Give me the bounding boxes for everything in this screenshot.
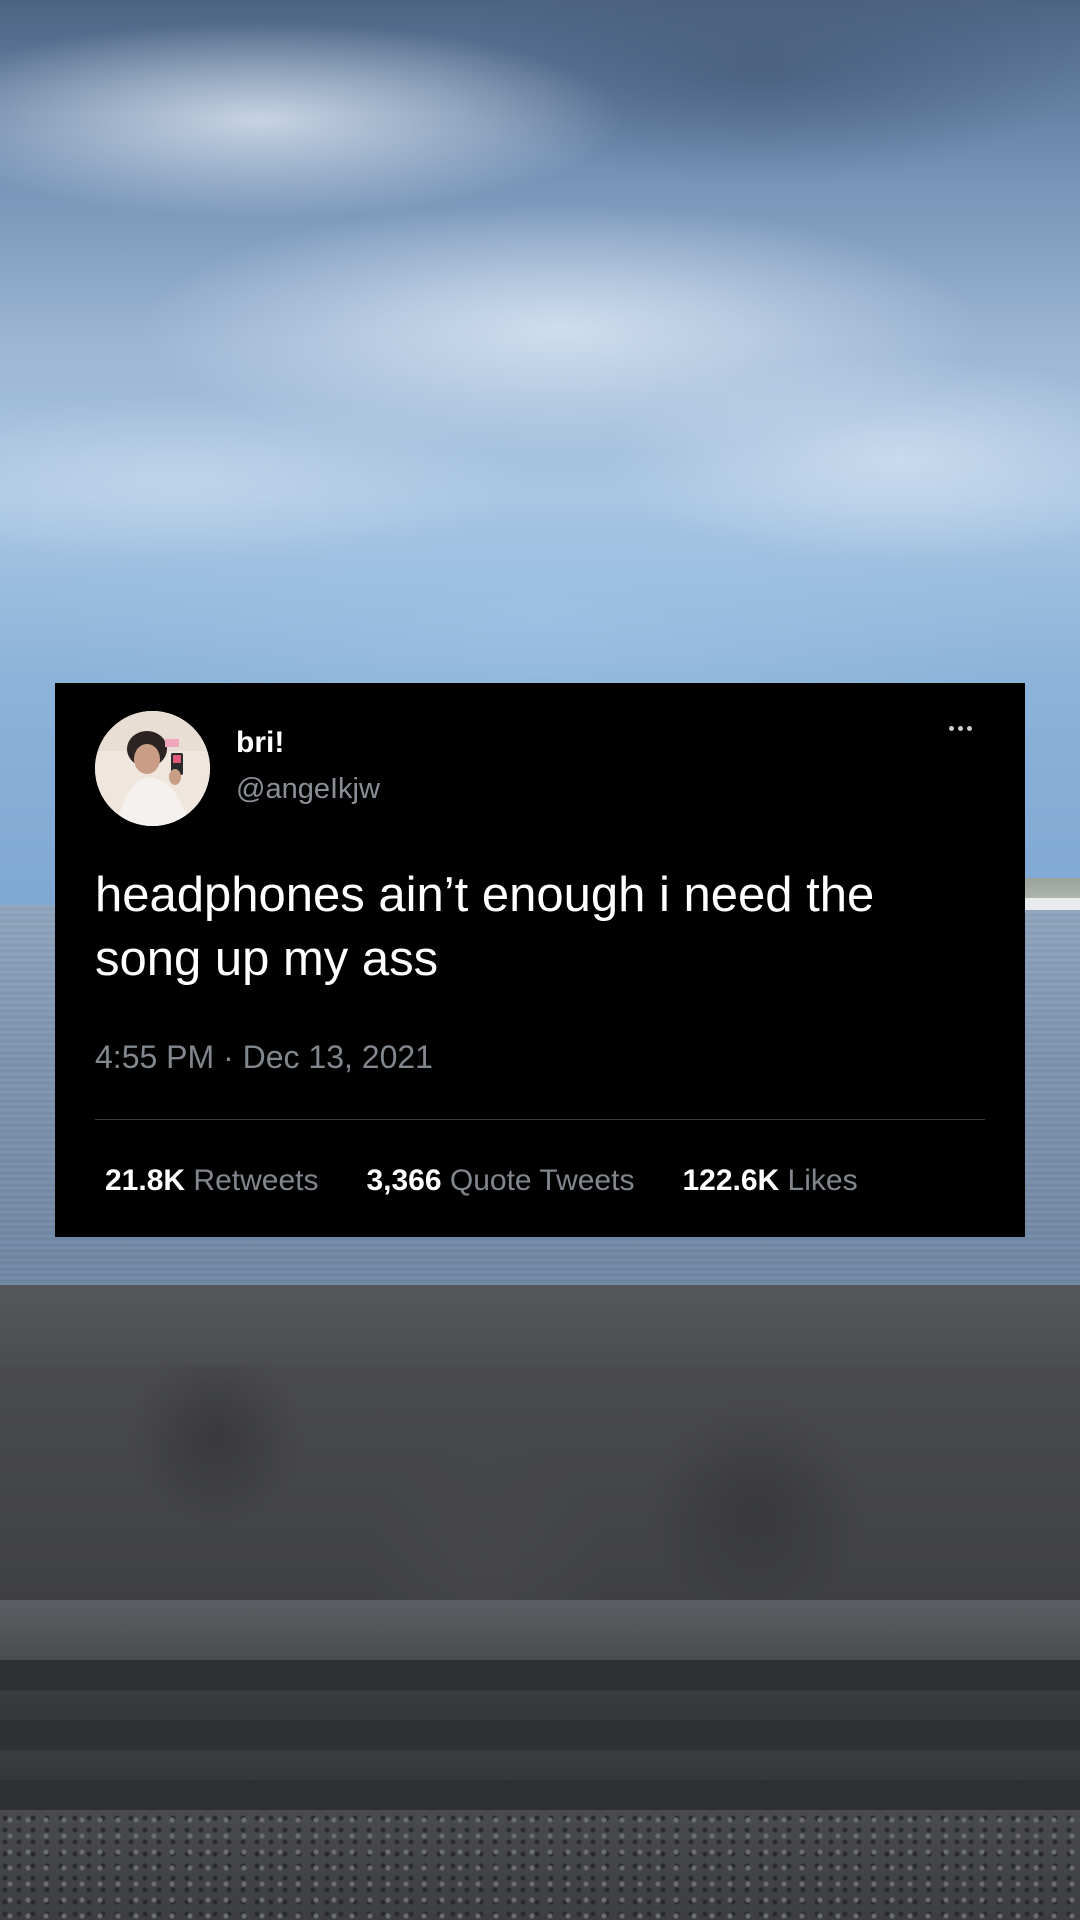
gravel-ground [0, 1810, 1080, 1920]
divider [95, 1119, 985, 1120]
quote-tweets-count: 3,366 [366, 1164, 442, 1197]
more-options-button[interactable] [935, 713, 985, 743]
retweets-count: 21.8K [105, 1164, 186, 1197]
avatar[interactable] [95, 711, 210, 826]
wall-steps [0, 1660, 1080, 1810]
quote-tweets-label: Quote Tweets [449, 1164, 635, 1197]
avatar-photo [95, 711, 210, 826]
background-scene: bri! @angeIkjw headphones ain’t enough i… [0, 0, 1080, 1920]
tweet-stats: 21.8K Retweets 3,366 Quote Tweets 122.6K… [105, 1163, 985, 1199]
sea-wall [0, 1365, 1080, 1605]
more-horizontal-icon-dot [957, 725, 963, 731]
display-name[interactable]: bri! [236, 725, 284, 761]
likes-stat[interactable]: 122.6K Likes [682, 1163, 857, 1199]
likes-label: Likes [787, 1164, 858, 1197]
more-horizontal-icon [948, 725, 954, 731]
white-cliff [1025, 898, 1080, 910]
retweets-label: Retweets [193, 1164, 319, 1197]
handle[interactable]: @angeIkjw [236, 771, 380, 807]
tweet-text: headphones ain’t enough i need the song … [95, 868, 875, 986]
more-horizontal-icon-dot [966, 725, 972, 731]
tweet-card[interactable]: bri! @angeIkjw headphones ain’t enough i… [55, 683, 1025, 1237]
tweet-timestamp[interactable]: 4:55 PM · Dec 13, 2021 [95, 1037, 433, 1077]
retweets-stat[interactable]: 21.8K Retweets [105, 1163, 318, 1199]
wall-ledge [0, 1600, 1080, 1660]
quote-tweets-stat[interactable]: 3,366 Quote Tweets [366, 1163, 634, 1199]
likes-count: 122.6K [682, 1164, 780, 1197]
sea-wall-top [0, 1285, 1080, 1365]
